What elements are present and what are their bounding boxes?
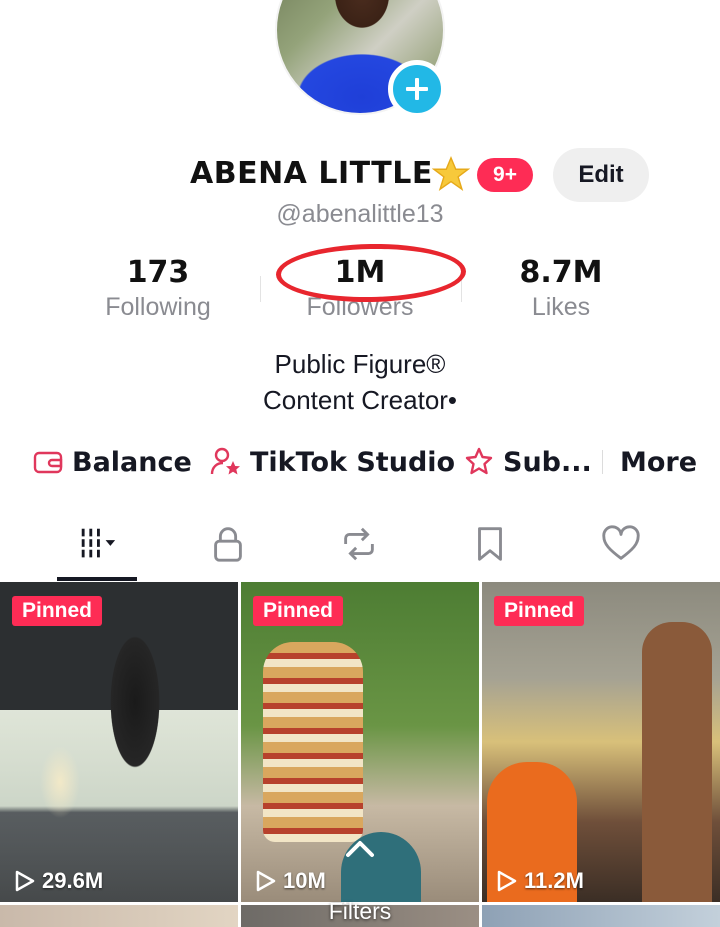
star-badge-icon [465,447,493,475]
videos-grid-icon [81,528,116,558]
username: @abenalittle13 [276,200,444,228]
subscription-button[interactable]: Sub... [463,440,592,484]
view-count-value: 10M [283,868,326,893]
play-icon [497,870,517,892]
likes-label: Likes [531,293,591,321]
profile-bio: Public Figure® Content Creator• [0,346,720,418]
add-avatar-button[interactable] [388,60,446,118]
video-tile[interactable]: Pinned 11.2M [482,582,720,902]
video-tile[interactable]: Pinned 29.6M [0,582,238,902]
tiktok-studio-label: TikTok Studio [250,446,456,478]
bio-line-2: Content Creator• [262,385,458,415]
video-tile[interactable] [0,905,238,927]
tiktok-studio-button[interactable]: TikTok Studio [210,440,455,484]
tab-reposts[interactable] [319,514,399,574]
view-count-value: 11.2M [524,868,584,893]
stat-likes[interactable]: 8.7M Likes [461,254,661,322]
pinned-tag: Pinned [494,596,585,626]
wallet-icon [33,451,63,474]
profile-name-row: ABENA LITTLE 9+ Edit [0,148,720,204]
video-tile[interactable] [482,905,720,927]
following-count: 173 [126,255,190,290]
tab-videos[interactable] [57,514,137,574]
bookmark-icon [478,527,502,561]
heart-icon [602,525,640,560]
chevron-up-icon[interactable] [343,838,377,860]
filters-button[interactable]: Filters [300,898,420,925]
notification-badge[interactable]: 9+ [477,158,533,192]
bio-line-1: Public Figure® [274,349,446,379]
active-tab-indicator [57,577,137,581]
following-label: Following [105,293,211,321]
likes-count: 8.7M [519,255,603,290]
play-icon [256,870,276,892]
profile-actions: Balance TikTok Studio Sub... More [0,440,720,484]
tab-liked[interactable] [581,514,661,574]
display-name: ABENA LITTLE [190,156,433,191]
balance-button[interactable]: Balance [32,440,192,484]
thumbnail-figure [642,622,712,902]
view-count-value: 29.6M [42,868,104,893]
lock-icon [214,527,242,562]
edit-profile-button[interactable]: Edit [553,148,649,202]
creator-star-icon [210,447,240,475]
balance-label: Balance [72,446,192,478]
star-icon [432,155,470,191]
plus-icon [406,78,428,100]
tab-favorites[interactable] [450,514,530,574]
view-count: 10M [253,868,326,894]
tab-private[interactable] [188,514,268,574]
actions-divider [602,450,603,474]
content-tabs [0,514,720,582]
pinned-tag: Pinned [12,596,103,626]
thumbnail-figure [263,642,363,842]
pinned-tag: Pinned [253,596,344,626]
view-count: 29.6M [12,868,103,894]
repost-icon [344,527,374,561]
subscription-label: Sub... [503,446,592,478]
more-button[interactable]: More [620,440,697,484]
video-grid: Pinned 29.6M Pinned 10M Pinned 11.2M [0,582,720,927]
play-icon [15,870,35,892]
stat-following[interactable]: 173 Following [58,254,258,322]
view-count: 11.2M [494,868,584,894]
more-label: More [620,446,698,478]
